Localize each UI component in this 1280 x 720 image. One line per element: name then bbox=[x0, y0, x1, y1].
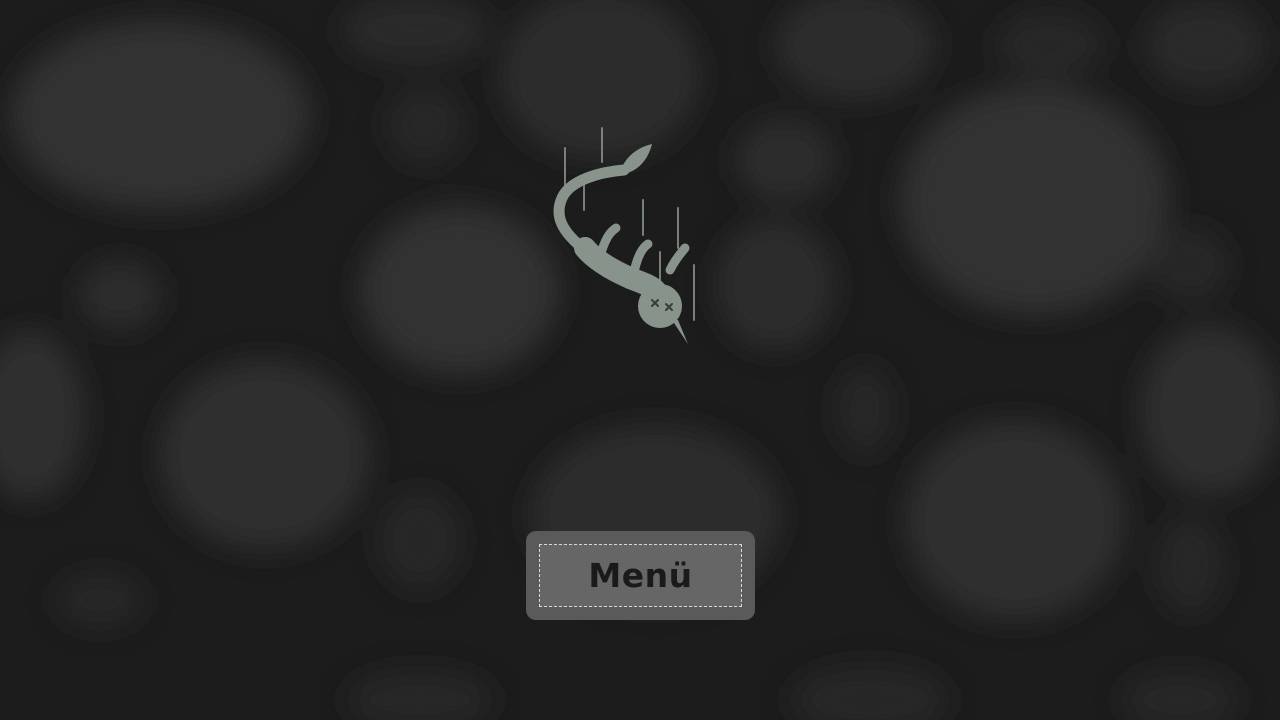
menu-button-focus-frame: Menü bbox=[539, 544, 742, 607]
game-over-screen: Menü bbox=[0, 0, 1280, 720]
menu-button[interactable]: Menü bbox=[526, 531, 755, 620]
menu-button-label: Menü bbox=[588, 556, 693, 595]
falling-cat-icon bbox=[553, 127, 695, 344]
